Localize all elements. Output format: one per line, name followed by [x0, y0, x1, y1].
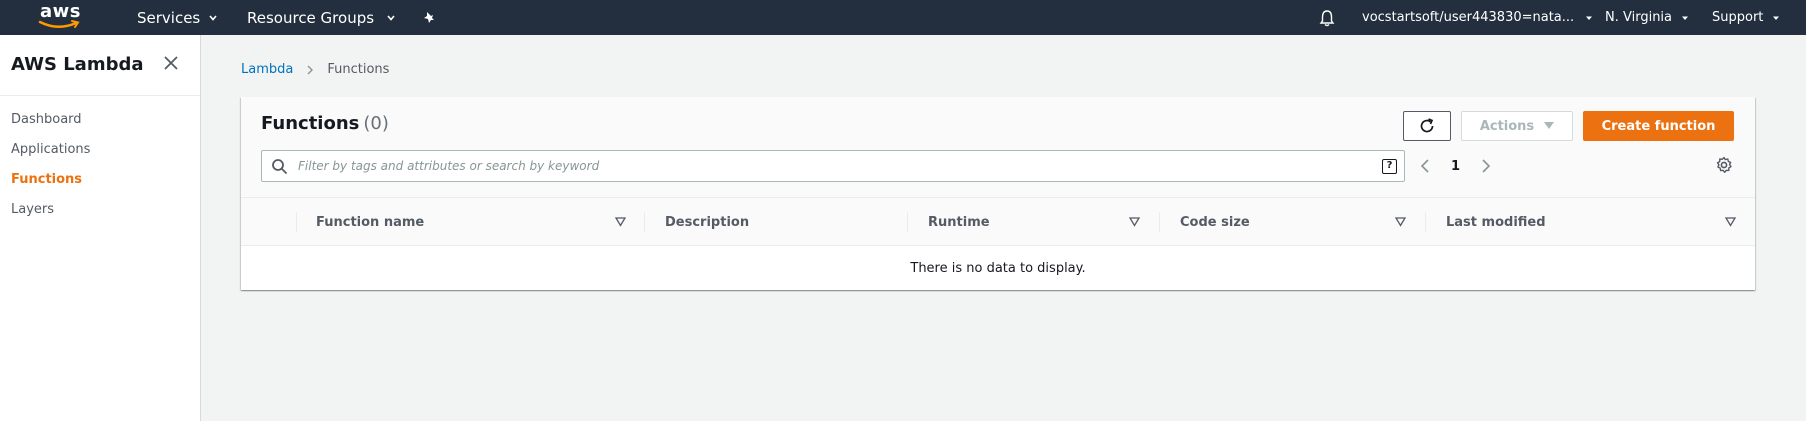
column-header-last-modified[interactable]: Last modified — [1446, 198, 1546, 246]
create-function-button[interactable]: Create function — [1583, 111, 1734, 141]
column-divider — [1159, 212, 1160, 232]
account-menu[interactable]: vocstartsoft/user443830=nata... — [1362, 0, 1594, 35]
gear-icon[interactable] — [1715, 156, 1733, 174]
region-menu[interactable]: N. Virginia — [1605, 0, 1690, 35]
pin-button[interactable] — [422, 0, 436, 35]
page-number[interactable]: 1 — [1451, 159, 1460, 174]
actions-dropdown[interactable]: Actions — [1461, 111, 1573, 141]
resource-groups-menu[interactable]: Resource Groups — [247, 0, 396, 35]
function-count: (0) — [363, 113, 389, 134]
pagination: 1 — [1419, 150, 1492, 182]
panel-title: Functions (0) — [261, 113, 389, 134]
help-icon[interactable]: ? — [1382, 159, 1397, 174]
services-label: Services — [137, 8, 201, 27]
column-header-code-size[interactable]: Code size — [1180, 198, 1250, 246]
resource-groups-label: Resource Groups — [247, 8, 375, 27]
account-label: vocstartsoft/user443830=nata... — [1362, 10, 1575, 25]
breadcrumb-lambda-link[interactable]: Lambda — [241, 62, 293, 77]
search-input[interactable] — [298, 151, 1358, 181]
sidebar: AWS Lambda Dashboard Applications Functi… — [0, 35, 201, 421]
panel-title-text: Functions — [261, 113, 360, 134]
caret-down-icon — [1544, 122, 1555, 129]
refresh-icon — [1420, 118, 1434, 133]
services-menu[interactable]: Services — [137, 0, 218, 35]
aws-logo[interactable]: aws — [38, 1, 84, 33]
support-menu[interactable]: Support — [1712, 0, 1781, 35]
empty-table-message: There is no data to display. — [910, 260, 1086, 276]
close-icon[interactable] — [162, 54, 180, 72]
chevron-right-icon[interactable] — [1480, 158, 1492, 174]
region-label: N. Virginia — [1605, 10, 1673, 25]
column-header-function-name[interactable]: Function name — [316, 198, 424, 246]
actions-label: Actions — [1479, 118, 1535, 134]
chevron-left-icon[interactable] — [1419, 158, 1431, 174]
column-divider — [296, 212, 297, 232]
breadcrumb: Lambda Functions — [241, 62, 389, 77]
support-label: Support — [1712, 10, 1764, 25]
chevron-down-icon — [209, 14, 217, 21]
pin-icon — [424, 11, 434, 23]
caret-down-icon — [1682, 16, 1689, 20]
aws-smile-icon — [38, 20, 80, 28]
chevron-right-icon — [307, 65, 314, 74]
sidebar-item-functions[interactable]: Functions — [11, 172, 82, 187]
column-divider — [907, 212, 908, 232]
top-navigation-bar: aws Services Resource Groups vocstartsof… — [0, 0, 1806, 35]
sidebar-item-layers[interactable]: Layers — [11, 202, 54, 217]
table-header: Function name Description Runtime Code s… — [241, 198, 1755, 246]
sort-icon[interactable] — [1725, 217, 1736, 227]
column-divider — [1425, 212, 1426, 232]
column-header-description[interactable]: Description — [665, 198, 749, 246]
sort-icon[interactable] — [1395, 217, 1406, 227]
sort-icon[interactable] — [1129, 217, 1140, 227]
functions-panel: Functions(0) Actions Create function ? 1 — [241, 97, 1755, 290]
column-header-runtime[interactable]: Runtime — [928, 198, 990, 246]
panel-header: Functions(0) Actions Create function ? 1 — [241, 97, 1755, 198]
sort-icon[interactable] — [615, 217, 626, 227]
chevron-down-icon — [387, 14, 395, 21]
sidebar-title: AWS Lambda — [11, 54, 144, 75]
caret-down-icon — [1773, 16, 1780, 20]
search-bar: ? — [261, 150, 1405, 182]
sidebar-divider — [0, 95, 200, 96]
caret-down-icon — [1586, 16, 1593, 20]
search-icon — [272, 159, 288, 175]
refresh-button[interactable] — [1403, 111, 1451, 141]
breadcrumb-current: Functions — [327, 62, 390, 77]
bell-icon — [1319, 9, 1335, 26]
sidebar-item-applications[interactable]: Applications — [11, 142, 90, 157]
notifications-button[interactable] — [1319, 0, 1335, 35]
column-divider — [644, 212, 645, 232]
sidebar-item-dashboard[interactable]: Dashboard — [11, 112, 82, 127]
